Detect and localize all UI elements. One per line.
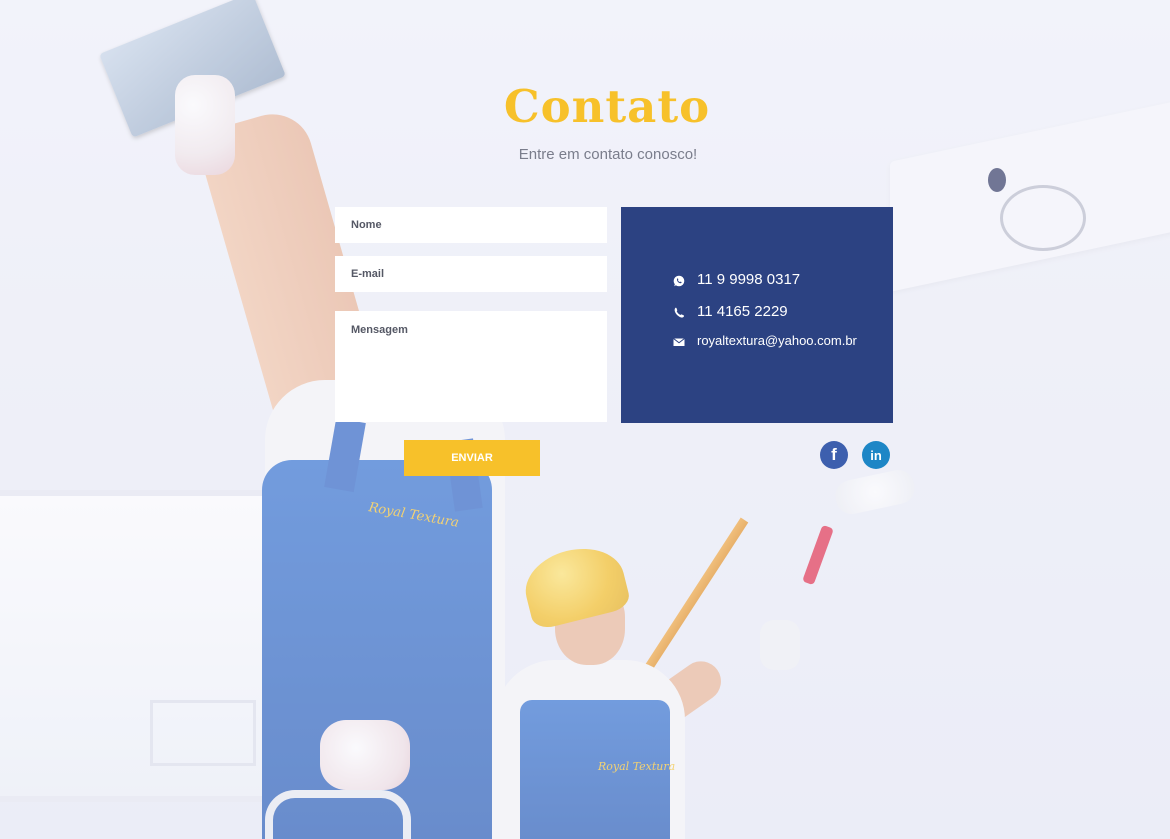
whatsapp-number: 11 9 9998 0317 xyxy=(697,271,801,288)
phone-icon xyxy=(673,306,685,318)
whatsapp-icon xyxy=(673,274,685,286)
linkedin-button[interactable]: in xyxy=(862,441,890,469)
contact-info-panel: 11 9 9998 0317 11 4165 2229 royaltextura… xyxy=(621,207,893,423)
email-row[interactable]: royaltextura@yahoo.com.br xyxy=(673,333,857,348)
email-address: royaltextura@yahoo.com.br xyxy=(697,333,857,348)
facebook-button[interactable]: f xyxy=(820,441,848,469)
email-input[interactable]: E-mail xyxy=(335,256,607,292)
name-input[interactable]: Nome xyxy=(335,207,607,243)
phone-number: 11 4165 2229 xyxy=(697,303,788,320)
facebook-icon: f xyxy=(831,445,837,464)
message-textarea[interactable]: Mensagem xyxy=(335,311,607,422)
page-title: Contato xyxy=(503,80,711,133)
envelope-icon xyxy=(673,335,685,347)
submit-button[interactable]: ENVIAR xyxy=(404,440,540,476)
page-subtitle: Entre em contato conosco! xyxy=(518,146,698,163)
phone-row[interactable]: 11 4165 2229 xyxy=(673,303,788,320)
whatsapp-row[interactable]: 11 9 9998 0317 xyxy=(673,271,800,288)
linkedin-icon: in xyxy=(870,447,882,463)
